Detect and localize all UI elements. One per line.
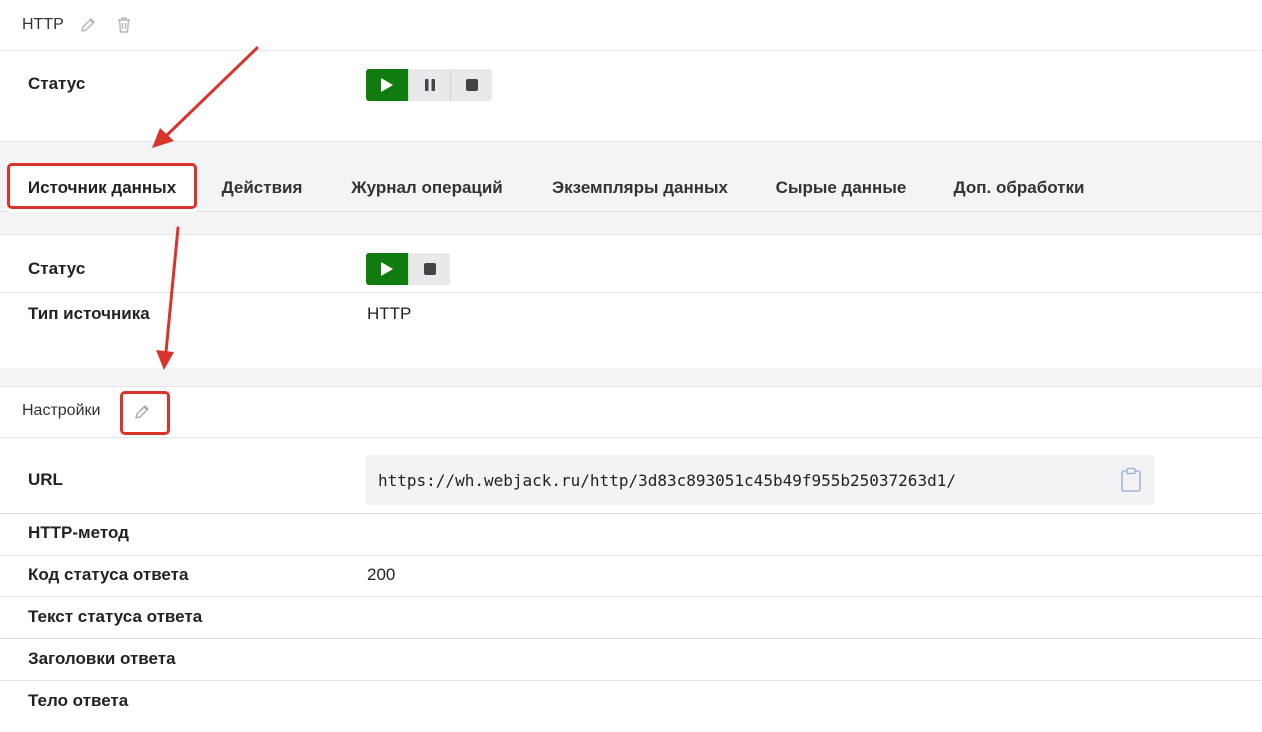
url-value: https://wh.webjack.ru/http/3d83c893051c4… [378, 470, 956, 490]
status-code-label: Код статуса ответа [28, 565, 189, 584]
connector-title: HTTP [22, 16, 64, 33]
source-panel: Статус Тип источника HTTP [0, 234, 1262, 368]
response-headers-label: Заголовки ответа [28, 649, 176, 668]
connector-status-row: Статус [0, 51, 1262, 117]
tab-label: Источник данных [27, 178, 177, 197]
connector-panel: HTTP Статус [0, 0, 1262, 142]
play-button[interactable] [366, 69, 408, 101]
divider [0, 437, 1262, 438]
pause-button[interactable] [408, 69, 450, 101]
status-label: Статус [28, 74, 86, 93]
http-method-label: HTTP-метод [28, 523, 129, 542]
settings-title: Настройки [22, 402, 101, 419]
divider [0, 638, 1262, 639]
tab-label: Действия [221, 178, 303, 197]
pencil-icon[interactable] [78, 15, 98, 35]
divider [0, 596, 1262, 597]
tab-label: Сырые данные [775, 178, 907, 197]
url-label: URL [28, 470, 63, 489]
source-stop-button[interactable] [408, 253, 450, 285]
divider [0, 680, 1262, 681]
divider [0, 555, 1262, 556]
tabs-bar: Источник данных Действия Журнал операций… [0, 142, 1262, 212]
tab-extra-processing[interactable]: Доп. обработки [936, 164, 1102, 212]
tab-label: Журнал операций [351, 178, 503, 197]
response-body-label: Тело ответа [28, 691, 129, 710]
pencil-icon [135, 405, 149, 419]
tab-raw-data[interactable]: Сырые данные [760, 164, 922, 212]
connector-header: HTTP [0, 0, 1262, 51]
status-code-value: 200 [367, 565, 396, 584]
pause-icon [424, 79, 435, 91]
tab-label: Экземпляры данных [551, 178, 728, 197]
stop-icon [465, 79, 478, 91]
status-text-label: Текст статуса ответа [28, 607, 203, 626]
clipboard-icon[interactable] [1120, 467, 1142, 493]
settings-panel: Настройки URL https://wh.webjack.ru/http… [0, 386, 1262, 732]
tab-label: Доп. обработки [953, 178, 1085, 197]
tab-data-instances[interactable]: Экземпляры данных [536, 164, 744, 212]
settings-edit-button[interactable] [132, 402, 152, 422]
trash-icon[interactable] [114, 15, 134, 35]
play-icon [381, 78, 393, 92]
url-field[interactable]: https://wh.webjack.ru/http/3d83c893051c4… [366, 455, 1154, 505]
stop-button[interactable] [450, 69, 492, 101]
source-type-value: HTTP [367, 304, 412, 323]
divider [0, 292, 1262, 293]
source-controls [366, 253, 450, 285]
stop-icon [423, 263, 436, 275]
tab-operation-log[interactable]: Журнал операций [334, 164, 520, 212]
play-icon [381, 262, 393, 276]
tab-data-source[interactable]: Источник данных [8, 164, 196, 212]
tab-actions[interactable]: Действия [204, 164, 320, 212]
source-type-label: Тип источника [28, 304, 150, 323]
source-play-button[interactable] [366, 253, 408, 285]
connector-controls [366, 69, 492, 101]
source-status-label: Статус [28, 259, 86, 278]
divider [0, 513, 1262, 514]
